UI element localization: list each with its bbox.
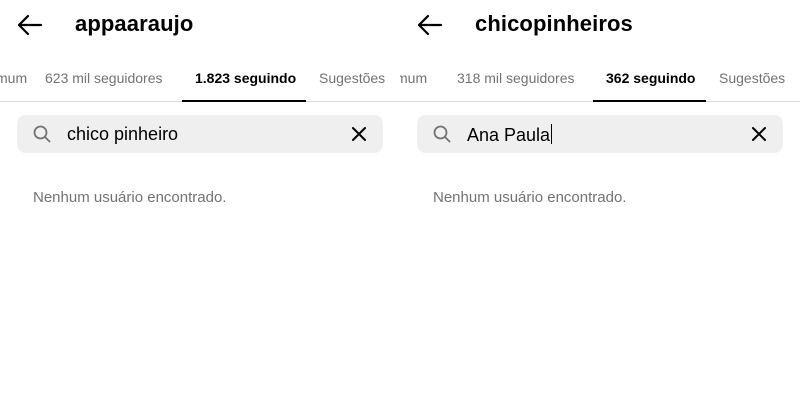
profile-panel-chicopinheiros: chicopinheiros mum 318 mil seguidores 36… bbox=[400, 0, 800, 400]
split-screen: appaaraujo mum 623 mil seguidores 1.823 … bbox=[0, 0, 800, 400]
header: chicopinheiros bbox=[400, 0, 800, 50]
profile-username: appaaraujo bbox=[75, 11, 194, 36]
close-icon[interactable] bbox=[749, 124, 769, 144]
active-tab-indicator bbox=[182, 100, 306, 102]
tab-following[interactable]: 362 seguindo bbox=[606, 70, 695, 86]
empty-results-message: Nenhum usuário encontrado. bbox=[433, 189, 627, 206]
tab-following[interactable]: 1.823 seguindo bbox=[195, 70, 296, 86]
tab-followers[interactable]: 623 mil seguidores bbox=[45, 70, 163, 86]
tab-suggestions[interactable]: Sugestões bbox=[319, 70, 385, 86]
search-text: chico pinheiro bbox=[67, 124, 179, 144]
tab-mutual[interactable]: mum bbox=[0, 70, 27, 86]
empty-results-message: Nenhum usuário encontrado. bbox=[33, 189, 227, 206]
close-icon[interactable] bbox=[349, 124, 369, 144]
search-input[interactable]: Ana Paula bbox=[417, 115, 783, 153]
text-caret bbox=[551, 124, 553, 144]
arrow-left-icon bbox=[417, 14, 443, 36]
follow-tabs: mum 318 mil seguidores 362 seguindo Suge… bbox=[400, 56, 800, 102]
search-icon bbox=[33, 125, 51, 143]
tab-mutual[interactable]: mum bbox=[400, 70, 427, 86]
tab-followers[interactable]: 318 mil seguidores bbox=[457, 70, 575, 86]
follow-tabs: mum 623 mil seguidores 1.823 seguindo Su… bbox=[0, 56, 400, 102]
profile-panel-appaaraujo: appaaraujo mum 623 mil seguidores 1.823 … bbox=[0, 0, 400, 400]
back-button[interactable] bbox=[16, 12, 44, 38]
search-icon bbox=[433, 125, 451, 143]
header: appaaraujo bbox=[0, 0, 400, 50]
active-tab-indicator bbox=[593, 100, 706, 102]
profile-username: chicopinheiros bbox=[475, 11, 633, 36]
arrow-left-icon bbox=[17, 14, 43, 36]
tab-suggestions[interactable]: Sugestões bbox=[719, 70, 785, 86]
search-input[interactable]: chico pinheiro bbox=[17, 115, 383, 153]
back-button[interactable] bbox=[416, 12, 444, 38]
search-text: Ana Paula bbox=[467, 124, 553, 145]
